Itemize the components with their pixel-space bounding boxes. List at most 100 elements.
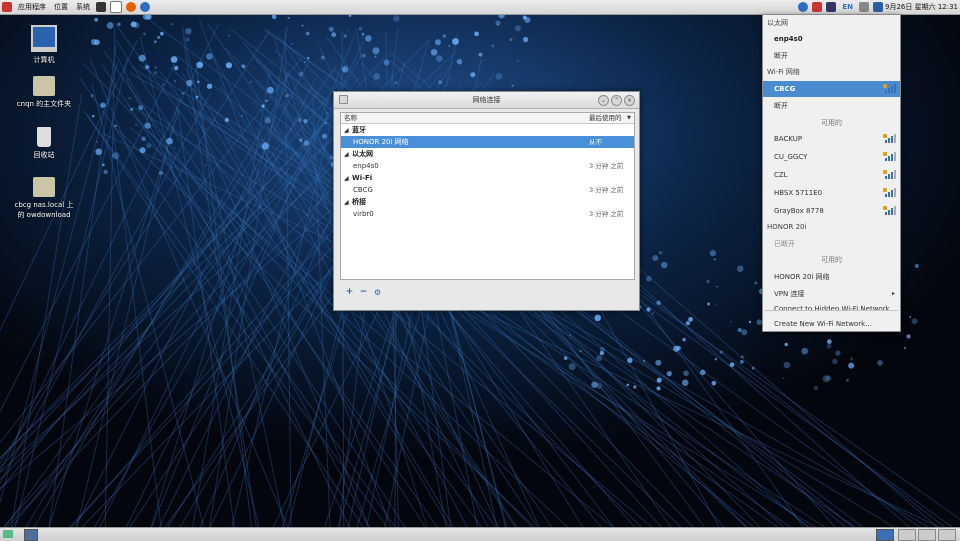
list-item[interactable]: HONOR 20i 网络 从不: [341, 136, 634, 148]
column-header-last-used[interactable]: 最后使用的: [589, 113, 622, 123]
remove-connection-button[interactable]: −: [358, 287, 369, 298]
text-editor-launcher-icon[interactable]: [110, 1, 122, 13]
menu-item-cu-ggcy[interactable]: CU_GGCY: [763, 149, 900, 165]
group-bridge: ◢ 桥接 virbr0 3 分钟 之前: [341, 196, 634, 220]
group-bluetooth: ◢ 蓝牙 HONOR 20i 网络 从不: [341, 124, 634, 148]
sort-down-icon: ▼: [627, 115, 631, 121]
menu-item-honor-20i[interactable]: HONOR 20i 网络: [763, 269, 900, 285]
menu-item-label: CU_GGCY: [774, 153, 808, 161]
bottom-panel: [0, 527, 960, 541]
workspace-2-icon[interactable]: [898, 529, 916, 541]
menu-item-cbcg[interactable]: CBCG: [763, 81, 900, 97]
connection-last-used: 3 分钟 之前: [589, 210, 624, 218]
clock[interactable]: 9月26日 星期六 12:31: [885, 2, 960, 12]
desktop-icon-home[interactable]: cnqn 的主文件夹: [14, 76, 74, 109]
desktop-icon-computer[interactable]: 计算机: [14, 25, 74, 65]
input-method-icon[interactable]: [812, 2, 823, 12]
menu-places[interactable]: 位置: [50, 2, 72, 12]
column-header-name[interactable]: 名称: [344, 113, 357, 123]
home-folder-icon: [33, 76, 55, 96]
menu-item-label: 断开: [774, 52, 788, 60]
group-label: 以太网: [352, 150, 373, 158]
maximize-button[interactable]: ⌃: [611, 95, 622, 106]
menu-item: 可用的: [763, 115, 900, 131]
menu-item-label: GrayBox 8778: [774, 207, 824, 215]
menu-item-wi-fi: Wi-Fi 网络: [763, 64, 900, 80]
submenu-arrow-icon: ▸: [891, 290, 895, 297]
lock-icon: [883, 84, 887, 88]
menu-item[interactable]: 断开: [763, 48, 900, 64]
menu-item-label: 可用的: [821, 256, 842, 264]
menu-item: 以太网: [763, 15, 900, 31]
keyboard-layout[interactable]: EN: [838, 3, 857, 11]
list-header: 名称 最后使用的 ▼: [341, 113, 634, 124]
network-icon[interactable]: [873, 2, 884, 12]
menu-item-label: HONOR 20i 网络: [774, 273, 830, 281]
menu-item-label: HBSX 5711E0: [774, 189, 823, 197]
menu-system[interactable]: 系统: [72, 2, 94, 12]
desktop-icon-label: cnqn 的主文件夹: [16, 100, 72, 108]
lock-icon: [883, 134, 887, 138]
menu-item-label: BACKUP: [774, 135, 803, 143]
browser-launcher-icon[interactable]: [140, 2, 150, 12]
menu-item: 已断开: [763, 236, 900, 252]
menu-item[interactable]: 断开: [763, 98, 900, 114]
lock-icon: [883, 152, 887, 156]
menu-item-label: HONOR 20i: [767, 223, 807, 231]
desktop-icon-network-folder[interactable]: cbcg nas.local 上的 owdownload: [14, 177, 74, 220]
app-menu-icon[interactable]: [2, 2, 12, 12]
desktop-icon-label: 回收站: [33, 151, 55, 159]
desktop-icon-trash[interactable]: 回收站: [14, 127, 74, 160]
menu-item-label: CZL: [774, 171, 788, 179]
menu-item-label: Create New Wi-Fi Network...: [774, 320, 872, 328]
menu-item-enp4s0[interactable]: enp4s0: [763, 31, 900, 47]
volume-icon[interactable]: [859, 2, 870, 12]
screen-icon[interactable]: [826, 2, 837, 12]
menu-item-label: enp4s0: [774, 35, 803, 43]
menu-item-label: Wi-Fi 网络: [767, 68, 800, 76]
window-titlebar[interactable]: 网络连接 ⌄ ⌃ ×: [334, 92, 639, 109]
workspace-4-icon[interactable]: [938, 529, 956, 541]
minimize-button[interactable]: ⌄: [598, 95, 609, 106]
connection-last-used: 3 分钟 之前: [589, 162, 624, 170]
desktop-icon-label: cbcg nas.local 上的 owdownload: [14, 201, 74, 219]
add-connection-button[interactable]: +: [344, 287, 355, 298]
desktop-icon-label: 计算机: [33, 56, 55, 64]
top-panel: 应用程序 位置 系统 EN 9月26日 星期六 12:31: [0, 0, 960, 15]
connection-name: enp4s0: [353, 162, 379, 170]
terminal-launcher-icon[interactable]: [96, 2, 106, 12]
workspace-3-icon[interactable]: [918, 529, 936, 541]
menu-item-vpn[interactable]: VPN 连接 ▸: [763, 286, 900, 302]
show-desktop-icon[interactable]: [3, 530, 13, 538]
firefox-launcher-icon[interactable]: [126, 2, 136, 12]
close-button[interactable]: ×: [624, 95, 635, 106]
menu-item-label: 可用的: [821, 119, 842, 127]
connection-last-used: 3 分钟 之前: [589, 186, 624, 194]
window-menu-icon[interactable]: [339, 95, 348, 104]
taskbar-window-icon[interactable]: [24, 529, 38, 541]
list-item[interactable]: virbr0 3 分钟 之前: [341, 208, 634, 220]
menu-item-backup[interactable]: BACKUP: [763, 131, 900, 147]
window-title: 网络连接: [472, 96, 501, 104]
menu-item-label: 以太网: [767, 19, 788, 27]
group-label: Wi-Fi: [352, 174, 373, 182]
workspace-switcher-icon[interactable]: [876, 529, 894, 541]
list-item[interactable]: CBCG 3 分钟 之前: [341, 184, 634, 196]
menu-separator: [765, 310, 898, 311]
group-label: 蓝牙: [352, 126, 366, 134]
list-item[interactable]: enp4s0 3 分钟 之前: [341, 160, 634, 172]
menu-item-czl[interactable]: CZL: [763, 167, 900, 183]
menu-item-label: Connect to Hidden Wi-Fi Network...: [774, 305, 897, 313]
connection-name: virbr0: [353, 210, 374, 218]
menu-applications[interactable]: 应用程序: [14, 2, 50, 12]
menu-item-label: 断开: [774, 102, 788, 110]
menu-item-graybox-8778[interactable]: GrayBox 8778: [763, 203, 900, 219]
group-ethernet: ◢ 以太网 enp4s0 3 分钟 之前: [341, 148, 634, 172]
bluetooth-icon[interactable]: [798, 2, 809, 12]
edit-connection-button[interactable]: ⚙: [372, 287, 383, 298]
menu-item-create-new-wi-fi-network[interactable]: Create New Wi-Fi Network...: [763, 316, 900, 332]
group-wifi: ◢ Wi-Fi CBCG 3 分钟 之前: [341, 172, 634, 196]
menu-item-connect-to-hidden-wi-fi-network[interactable]: Connect to Hidden Wi-Fi Network...: [763, 301, 900, 317]
connections-list[interactable]: 名称 最后使用的 ▼ ◢ 蓝牙 HONOR 20i 网络 从不 ◢ 以太网 enp4s…: [340, 112, 635, 280]
menu-item-hbsx-5711e0[interactable]: HBSX 5711E0: [763, 185, 900, 201]
